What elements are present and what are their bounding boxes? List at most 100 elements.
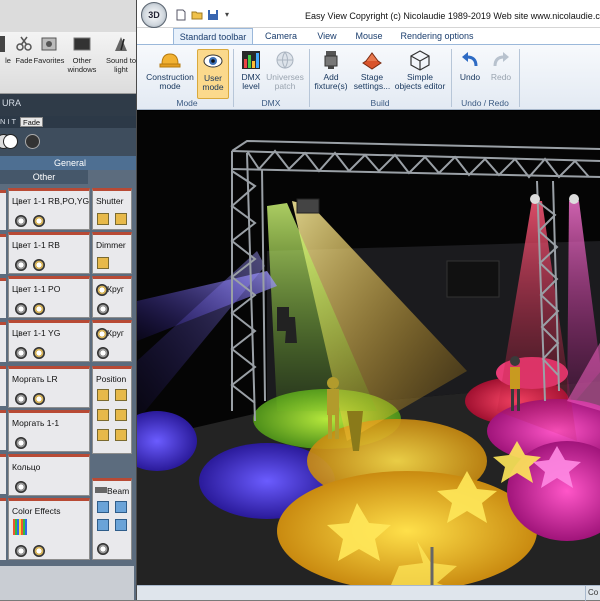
effect-card-dimmer[interactable]: Dimmer (92, 232, 132, 274)
redo-button[interactable]: Redo (487, 49, 515, 99)
save-icon[interactable] (207, 9, 219, 21)
shutter-icon[interactable] (115, 213, 127, 225)
dimmer-icon[interactable] (97, 257, 109, 269)
tab-standard-toolbar[interactable]: Standard toolbar (173, 28, 253, 45)
left-column-card (0, 234, 6, 274)
quick-access-dropdown-icon[interactable]: ▾ (225, 9, 237, 21)
group-separator (451, 49, 452, 107)
position-icon[interactable] (115, 409, 127, 421)
beam-icon (95, 487, 107, 493)
color-dot-white[interactable] (3, 134, 18, 149)
ribbon-tabs: Standard toolbar Camera View Mouse Rende… (137, 28, 600, 45)
app-logo[interactable]: 3D (141, 2, 167, 28)
shutter-icon[interactable] (97, 213, 109, 225)
beam-icon[interactable] (115, 519, 127, 531)
dmx-level-icon (240, 49, 262, 71)
background-window: le Fade Favorites Other windows Sound to… (0, 0, 140, 600)
knob-icon[interactable] (15, 393, 27, 405)
effect-card-shutter[interactable]: Shutter (92, 188, 132, 230)
construction-mode-button[interactable]: Construction mode (143, 49, 197, 99)
spot-fixture (530, 194, 540, 204)
effect-card[interactable]: Color Effects (8, 498, 90, 560)
status-corner-label: Co (585, 586, 600, 601)
effect-card[interactable]: Кольцо (8, 454, 90, 496)
position-icon[interactable] (97, 409, 109, 421)
knob-icon[interactable] (15, 259, 27, 271)
group-label-mode: Mode (176, 98, 198, 108)
effect-card-circle[interactable]: Круг (92, 276, 132, 318)
hardhat-icon (159, 49, 181, 71)
3d-viewport[interactable] (137, 111, 600, 585)
left-column-card (0, 278, 6, 318)
eye-icon (202, 50, 224, 72)
group-separator (519, 49, 520, 107)
tab-view[interactable]: View (309, 28, 345, 45)
dmx-level-button[interactable]: DMX level (237, 49, 265, 99)
beam-icon[interactable] (97, 519, 109, 531)
wall-window (446, 260, 500, 298)
knob-icon[interactable] (97, 543, 109, 555)
tab-mouse[interactable]: Mouse (347, 28, 391, 45)
position-icon[interactable] (97, 389, 109, 401)
knob-icon[interactable] (33, 303, 45, 315)
window-title: Easy View Copyright (c) Nicolaudie 1989-… (305, 11, 600, 21)
simple-objects-editor-button[interactable]: Simple objects editor (393, 49, 447, 99)
knob-icon[interactable] (15, 481, 27, 493)
add-fixtures-button[interactable]: Add fixture(s) (313, 49, 349, 99)
position-icon[interactable] (115, 429, 127, 441)
effect-card[interactable]: Моргать 1-1 (8, 410, 90, 452)
tab-camera[interactable]: Camera (259, 28, 303, 45)
effect-card-position[interactable]: Position (92, 366, 132, 454)
general-header: General (0, 156, 140, 170)
open-folder-icon[interactable] (191, 9, 203, 21)
effect-card[interactable]: Цвет 1-1 PO (8, 276, 90, 318)
tab-rendering-options[interactable]: Rendering options (397, 28, 477, 45)
knob-icon[interactable] (33, 259, 45, 271)
knob-icon[interactable] (15, 347, 27, 359)
favorites-icon (40, 36, 58, 52)
knob-icon[interactable] (33, 393, 45, 405)
position-icon[interactable] (115, 389, 127, 401)
toolbar-item-other-windows[interactable]: Other windows (64, 36, 100, 74)
knob-icon[interactable] (33, 545, 45, 557)
tab-nit[interactable]: N I T (0, 117, 18, 127)
tab-fade[interactable]: Fade (20, 117, 44, 127)
knob-icon[interactable] (33, 215, 45, 227)
toolbar-item-sound-to-light[interactable]: Sound to light (103, 36, 139, 74)
effect-card[interactable]: Цвет 1-1 YG (8, 320, 90, 362)
effect-card[interactable]: Цвет 1-1 RB (8, 232, 90, 274)
circle-icon (96, 284, 108, 296)
position-icon[interactable] (97, 429, 109, 441)
performer-figure (285, 317, 297, 343)
background-titlebar (0, 0, 140, 32)
knob-icon[interactable] (15, 215, 27, 227)
moving-head-fixture (296, 198, 320, 214)
knob-icon[interactable] (97, 347, 109, 359)
effect-card-circle[interactable]: Круг (92, 320, 132, 362)
effect-card[interactable]: Цвет 1-1 RB,PO,YG (8, 188, 90, 230)
undo-icon (459, 49, 481, 71)
beam-icon[interactable] (115, 501, 127, 513)
color-dot-black[interactable] (25, 134, 40, 149)
panel-scroll-area[interactable] (0, 566, 134, 600)
knob-icon[interactable] (15, 437, 27, 449)
group-separator (309, 49, 310, 107)
background-mini-tabs: N I T Fade (0, 116, 140, 128)
strip-title: URA (2, 98, 22, 108)
cube-icon (409, 49, 431, 71)
knob-icon[interactable] (97, 303, 109, 315)
toolbar-item-favorites[interactable]: Favorites (31, 36, 67, 65)
user-mode-button[interactable]: User mode (197, 49, 229, 99)
knob-icon[interactable] (33, 347, 45, 359)
knob-icon[interactable] (15, 545, 27, 557)
status-bar: Co (137, 585, 600, 601)
knob-icon[interactable] (15, 303, 27, 315)
new-file-icon[interactable] (175, 9, 187, 21)
effect-card-beam[interactable]: Beam (92, 478, 132, 560)
undo-button[interactable]: Undo (455, 49, 485, 99)
effect-card[interactable]: Моргать LR (8, 366, 90, 408)
stage-settings-button[interactable]: Stage settings... (351, 49, 393, 99)
beam-icon[interactable] (97, 501, 109, 513)
universes-patch-button[interactable]: Universes patch (265, 49, 305, 99)
left-column-card (0, 410, 6, 450)
